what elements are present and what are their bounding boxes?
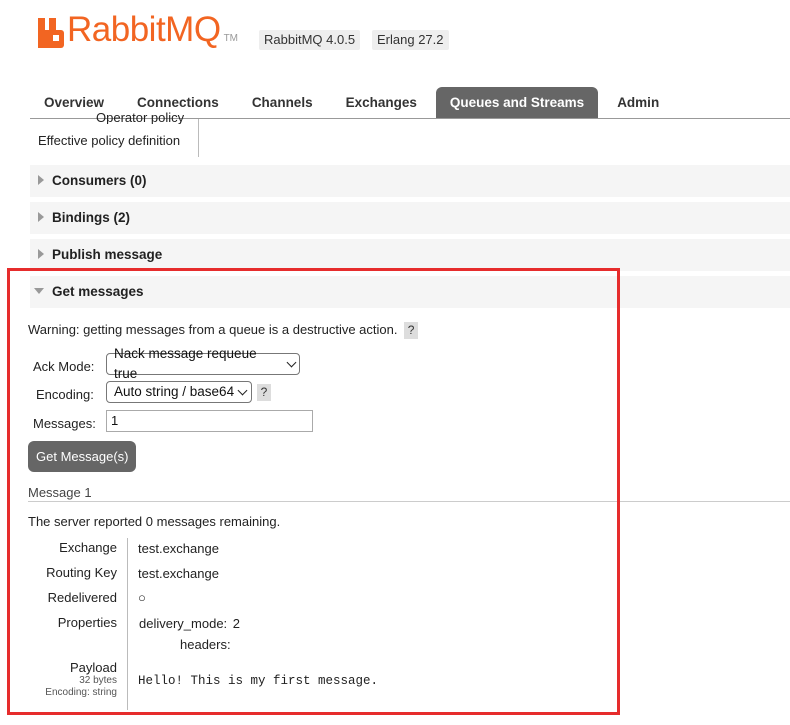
tab-admin[interactable]: Admin (603, 87, 673, 118)
brand-name: RabbitMQ (67, 10, 221, 49)
expand-icon (38, 249, 44, 260)
rabbitmq-logo-icon (38, 18, 64, 48)
tab-channels[interactable]: Channels (238, 87, 327, 118)
section-bindings[interactable]: Bindings (2) (30, 202, 790, 234)
section-consumers[interactable]: Consumers (0) (30, 165, 790, 197)
section-consumers-label: Consumers (0) (52, 173, 147, 188)
trademark: TM (223, 33, 239, 44)
effective-policy-label: Effective policy definition (38, 133, 181, 148)
policy-divider (198, 119, 199, 157)
section-bindings-label: Bindings (2) (52, 210, 130, 225)
section-publish-message[interactable]: Publish message (30, 239, 790, 271)
tab-queues-and-streams[interactable]: Queues and Streams (435, 87, 599, 118)
operator-policy-label: Operator policy (96, 112, 185, 124)
expand-icon (38, 212, 44, 223)
rabbitmq-version-badge: RabbitMQ 4.0.5 (259, 30, 361, 50)
expand-icon (38, 175, 44, 186)
rabbitmq-logo[interactable]: RabbitMQ TM (38, 12, 238, 48)
highlight-box (7, 268, 620, 715)
tab-exchanges[interactable]: Exchanges (332, 87, 431, 118)
erlang-version-badge: Erlang 27.2 (372, 30, 449, 50)
section-publish-label: Publish message (52, 247, 163, 262)
